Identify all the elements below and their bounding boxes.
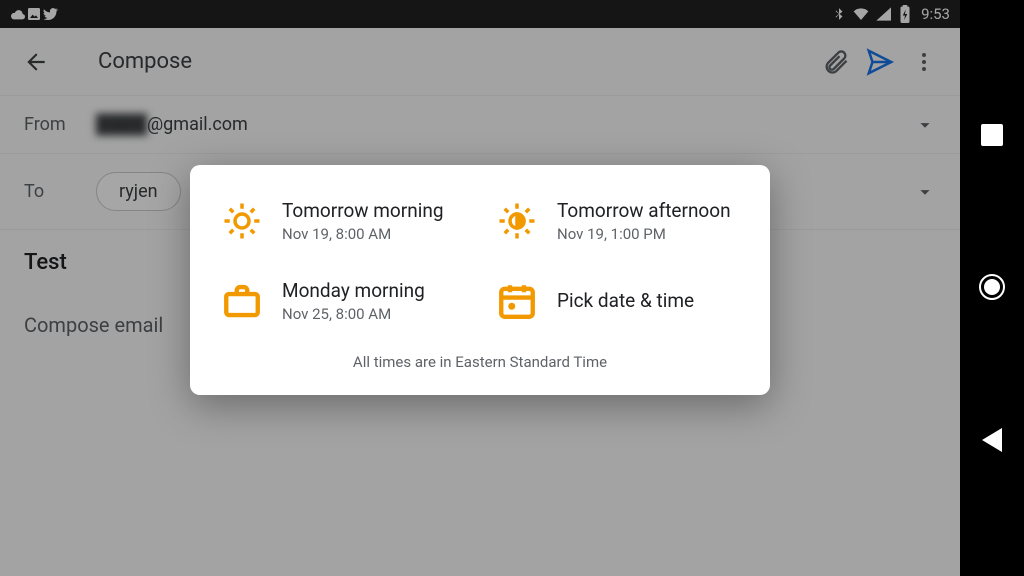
nav-back-button[interactable] xyxy=(982,428,1002,452)
phone-screen: 9:53 Compose From ████@gmail.com To ryje… xyxy=(0,0,960,576)
nav-home-button[interactable] xyxy=(979,274,1005,300)
option-subtitle: Nov 19, 1:00 PM xyxy=(557,225,731,243)
schedule-send-dialog: Tomorrow morning Nov 19, 8:00 AM Tomorro… xyxy=(190,165,770,395)
nav-recent-button[interactable] xyxy=(981,124,1003,146)
option-title: Tomorrow afternoon xyxy=(557,199,731,223)
option-pick-date-time[interactable]: Pick date & time xyxy=(485,275,750,327)
sun-icon xyxy=(220,199,264,243)
option-tomorrow-morning[interactable]: Tomorrow morning Nov 19, 8:00 AM xyxy=(210,195,475,247)
briefcase-icon xyxy=(220,279,264,323)
half-sun-icon xyxy=(495,199,539,243)
option-title: Pick date & time xyxy=(557,289,694,313)
option-subtitle: Nov 25, 8:00 AM xyxy=(282,305,425,323)
dialog-footer-text: All times are in Eastern Standard Time xyxy=(202,345,758,383)
calendar-icon xyxy=(495,279,539,323)
option-monday-morning[interactable]: Monday morning Nov 25, 8:00 AM xyxy=(210,275,475,327)
option-title: Tomorrow morning xyxy=(282,199,443,223)
option-subtitle: Nov 19, 8:00 AM xyxy=(282,225,443,243)
option-tomorrow-afternoon[interactable]: Tomorrow afternoon Nov 19, 1:00 PM xyxy=(485,195,750,247)
android-nav-bar xyxy=(960,0,1024,576)
option-title: Monday morning xyxy=(282,279,425,303)
